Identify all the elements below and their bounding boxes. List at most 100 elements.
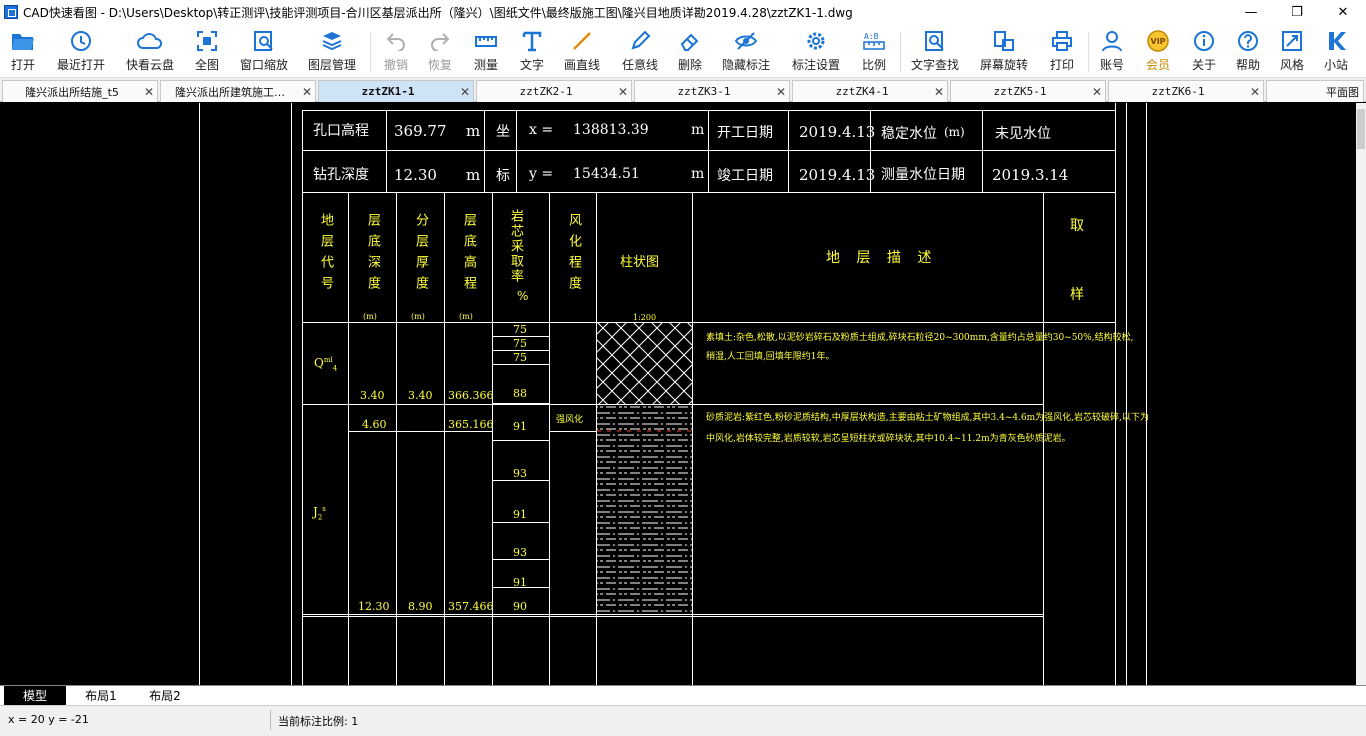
text-search-icon xyxy=(922,28,948,54)
column-header-weathering: 风化程度 xyxy=(566,213,581,297)
close-tab-icon[interactable]: ✕ xyxy=(299,85,315,99)
about-button[interactable]: 关于 xyxy=(1186,24,1222,78)
collar-elevation-unit: m xyxy=(466,122,481,140)
drawing-canvas[interactable]: 孔口高程 369.77 m 钻孔深度 12.30 m 坐 标 x = 13881… xyxy=(0,103,1356,685)
tab-layout-1[interactable]: 布局1 xyxy=(70,686,132,705)
tab-document[interactable]: 隆兴派出所结施_t5 ✕ xyxy=(2,80,158,102)
minimize-button[interactable]: — xyxy=(1228,0,1274,24)
layer-1-description: 素填土:杂色,松散,以泥砂岩碎石及粉质土组成,碎块石粒径20~300mm,含量约… xyxy=(706,333,1134,343)
svg-text:A:B: A:B xyxy=(864,32,879,41)
eye-hide-icon xyxy=(733,28,759,54)
layer-manager-button[interactable]: 图层管理 xyxy=(304,24,360,78)
eraser-icon xyxy=(677,28,703,54)
x-coordinate-unit: m xyxy=(691,122,705,138)
close-tab-icon[interactable]: ✕ xyxy=(773,85,789,99)
recent-open-button[interactable]: 最近打开 xyxy=(54,24,108,78)
tab-layout-2[interactable]: 布局2 xyxy=(134,686,196,705)
text-icon xyxy=(519,28,545,54)
printer-icon xyxy=(1049,28,1075,54)
tab-document[interactable]: zztZK6-1 ✕ xyxy=(1108,80,1264,102)
text-search-button[interactable]: 文字查找 xyxy=(906,24,964,78)
close-tab-icon[interactable]: ✕ xyxy=(615,85,631,99)
tab-document-active[interactable]: zztZK1-1 ✕ xyxy=(318,80,474,102)
vertical-scrollbar[interactable] xyxy=(1356,103,1366,685)
undo-button[interactable]: 撤销 xyxy=(378,24,414,78)
layer-2-thickness: 8.90 xyxy=(408,600,433,613)
y-coordinate-label: y = xyxy=(529,166,554,182)
zoom-window-icon xyxy=(251,28,277,54)
layer-2-weathering: 强风化 xyxy=(556,415,584,425)
scrollbar-thumb[interactable] xyxy=(1357,109,1365,149)
cursor-coordinates: x = 20 y = -21 xyxy=(8,713,89,726)
column-header-bottom-elevation: 层底高程 xyxy=(461,213,476,297)
close-tab-icon[interactable]: ✕ xyxy=(1247,85,1263,99)
layer-1-core-rate: 75 xyxy=(513,323,527,336)
scale-button[interactable]: A:B 比例 xyxy=(856,24,892,78)
y-coordinate-unit: m xyxy=(691,166,705,182)
measure-button[interactable]: 测量 xyxy=(468,24,504,78)
layer-1-core-rate: 75 xyxy=(513,337,527,350)
status-divider xyxy=(270,710,271,730)
tab-document[interactable]: zztZK2-1 ✕ xyxy=(476,80,632,102)
rotate-screen-icon xyxy=(991,28,1017,54)
stable-water-level-unit: (m) xyxy=(944,125,965,139)
close-tab-icon[interactable]: ✕ xyxy=(141,85,157,99)
text-button[interactable]: 文字 xyxy=(514,24,550,78)
y-coordinate-value: 15434.51 xyxy=(573,166,640,182)
window-title: CAD快速看图 - D:\Users\Desktop\转正测评\技能评测项目-合… xyxy=(23,5,853,20)
tab-document[interactable]: zztZK5-1 ✕ xyxy=(950,80,1106,102)
tab-document[interactable]: 平面图 xyxy=(1266,80,1364,102)
layer-1-code: Qml4 xyxy=(314,356,338,373)
layer-2-top-elevation: 365.166 xyxy=(448,418,494,431)
hide-annotation-button[interactable]: 隐藏标注 xyxy=(718,24,774,78)
draw-line-button[interactable]: 画直线 xyxy=(560,24,604,78)
info-icon xyxy=(1191,28,1217,54)
layer-2-elevation: 357.466 xyxy=(448,600,494,613)
zoom-window-button[interactable]: 窗口缩放 xyxy=(236,24,292,78)
fit-all-button[interactable]: 全图 xyxy=(190,24,224,78)
column-header-column-diagram: 柱状图 xyxy=(620,255,660,270)
layer-2-core-rate: 91 xyxy=(513,508,527,521)
layer-1-core-rate: 75 xyxy=(513,351,527,364)
print-button[interactable]: 打印 xyxy=(1044,24,1080,78)
vip-member-button[interactable]: VIP 会员 xyxy=(1140,24,1176,78)
style-button[interactable]: 风格 xyxy=(1274,24,1310,78)
redo-button[interactable]: 恢复 xyxy=(422,24,458,78)
close-tab-icon[interactable]: ✕ xyxy=(1089,85,1105,99)
column-header-sample-a: 取 xyxy=(1070,218,1084,234)
help-icon xyxy=(1235,28,1261,54)
tab-document[interactable]: 隆兴派出所建筑施工… ✕ xyxy=(160,80,316,102)
tab-document[interactable]: zztZK3-1 ✕ xyxy=(634,80,790,102)
line-icon xyxy=(569,28,595,54)
pen-icon xyxy=(627,28,653,54)
open-button[interactable]: 打开 xyxy=(2,24,44,78)
help-button[interactable]: 帮助 xyxy=(1230,24,1266,78)
close-tab-icon[interactable]: ✕ xyxy=(457,85,473,99)
rotate-screen-button[interactable]: 屏幕旋转 xyxy=(976,24,1032,78)
freehand-line-button[interactable]: 任意线 xyxy=(618,24,662,78)
station-icon xyxy=(1323,28,1349,54)
tab-document[interactable]: zztZK4-1 ✕ xyxy=(792,80,948,102)
tab-model[interactable]: 模型 xyxy=(4,686,66,705)
borehole-depth-value: 12.30 xyxy=(394,166,437,184)
close-tab-icon[interactable]: ✕ xyxy=(931,85,947,99)
title-bar: CAD快速看图 - D:\Users\Desktop\转正测评\技能评测项目-合… xyxy=(0,0,1366,24)
annotation-settings-button[interactable]: 标注设置 xyxy=(788,24,844,78)
account-button[interactable]: 账号 xyxy=(1094,24,1130,78)
gear-icon xyxy=(803,28,829,54)
cloud-icon xyxy=(137,28,163,54)
water-measure-date-value: 2019.3.14 xyxy=(992,166,1069,184)
toolbar-separator xyxy=(370,32,371,72)
delete-button[interactable]: 删除 xyxy=(672,24,708,78)
column-header-bottom-depth: 层底深度 xyxy=(365,213,380,297)
mini-site-button[interactable]: 小站 xyxy=(1318,24,1354,78)
fit-all-icon xyxy=(194,28,220,54)
close-window-button[interactable]: ✕ xyxy=(1320,0,1366,24)
coordinate-label-biao: 标 xyxy=(496,168,510,184)
cloud-disk-button[interactable]: 快看云盘 xyxy=(122,24,178,78)
column-header-description: 地 层 描 述 xyxy=(826,250,938,266)
maximize-button[interactable]: ❐ xyxy=(1274,0,1320,24)
collar-elevation-label: 孔口高程 xyxy=(313,123,369,139)
folder-open-icon xyxy=(10,28,36,54)
water-measure-date-label: 测量水位日期 xyxy=(881,167,965,183)
